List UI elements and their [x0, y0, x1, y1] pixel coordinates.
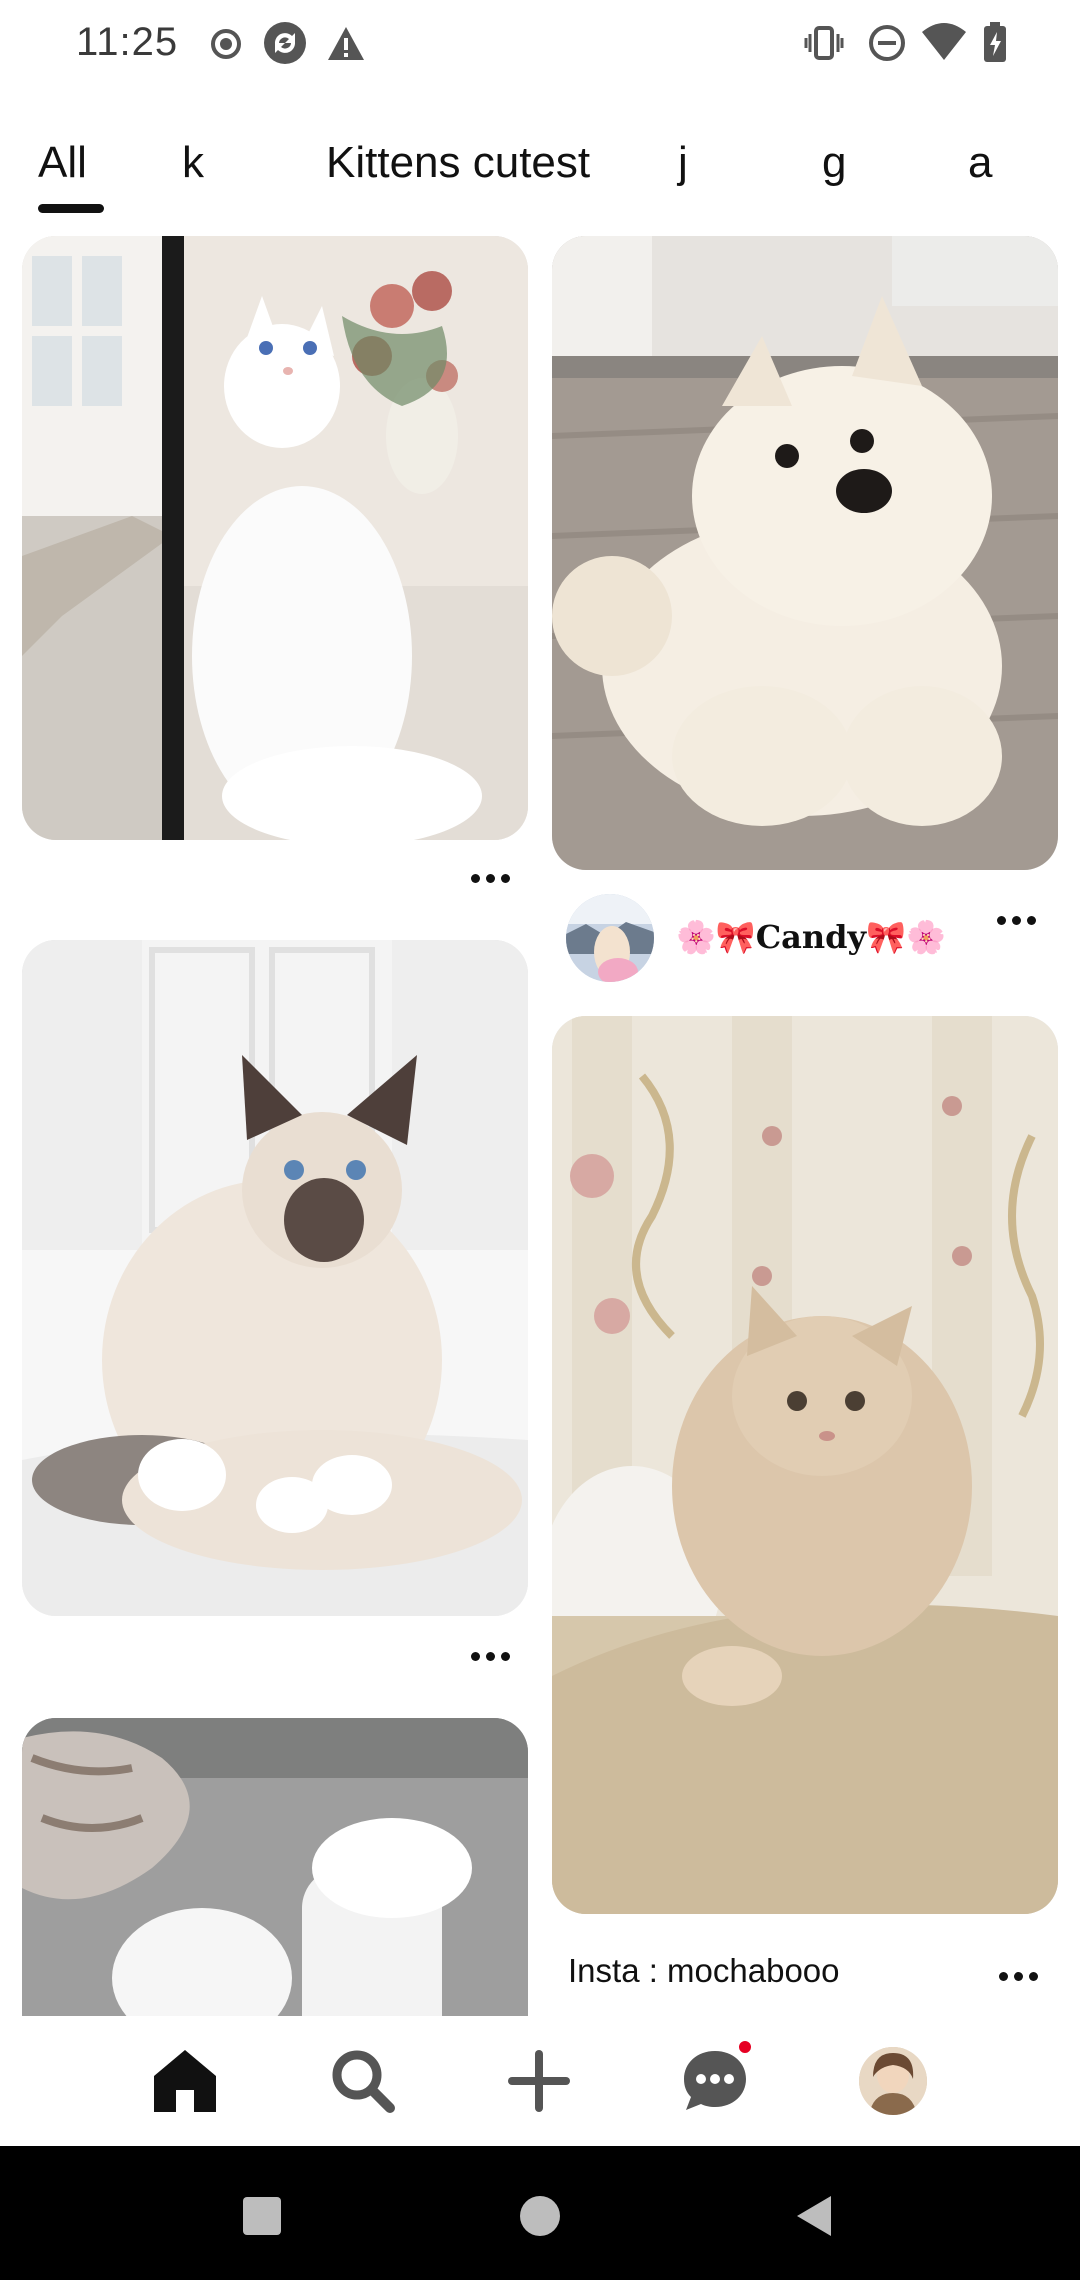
- tab-all[interactable]: All: [38, 138, 87, 188]
- vibrate-icon: [804, 22, 844, 64]
- white-cat-image: [22, 236, 528, 840]
- pin-ginger-kitten[interactable]: [552, 1016, 1058, 1914]
- screen: 11:25 All k Kittens cutest j g a 🌸🎀Candy…: [0, 0, 1080, 2280]
- author-name[interactable]: 🌸🎀Candy🎀🌸: [676, 918, 946, 956]
- wifi-icon: [920, 22, 968, 64]
- pin-white-puppy[interactable]: [552, 236, 1058, 870]
- home-button[interactable]: [500, 2176, 580, 2256]
- pin-feed[interactable]: 🌸🎀Candy🎀🌸 Insta: mochabooo: [0, 236, 1080, 2016]
- tab-kittens-cutest[interactable]: Kittens cutest: [326, 138, 590, 188]
- sync-app-icon: [262, 20, 308, 66]
- status-bar: 11:25: [0, 0, 1080, 90]
- pin-options-button[interactable]: [460, 858, 520, 898]
- tab-a[interactable]: a: [968, 138, 992, 188]
- pin-options-button[interactable]: [988, 1956, 1048, 1996]
- white-puppy-image: [552, 236, 1058, 870]
- create-icon[interactable]: [494, 2036, 584, 2126]
- messages-icon[interactable]: [670, 2036, 760, 2126]
- status-time: 11:25: [76, 20, 179, 64]
- pin-caption[interactable]: Insta : mochabooo: [568, 1952, 840, 1990]
- author-avatar[interactable]: [566, 894, 654, 982]
- search-icon[interactable]: [318, 2036, 408, 2126]
- cream-kitten-image: [552, 1016, 1058, 1914]
- back-button[interactable]: [776, 2176, 856, 2256]
- pin-options-button[interactable]: [460, 1636, 520, 1676]
- record-icon: [206, 24, 246, 64]
- pin-birman-cat[interactable]: [22, 940, 528, 1616]
- pin-options-button[interactable]: [986, 900, 1046, 940]
- battery-charging-icon: [980, 22, 1010, 64]
- warning-icon: [326, 24, 366, 64]
- notification-badge: [736, 2038, 754, 2056]
- bottom-navigation: [0, 2016, 1080, 2146]
- do-not-disturb-icon: [866, 22, 908, 64]
- board-tabs: All k Kittens cutest j g a: [0, 138, 1080, 218]
- home-icon[interactable]: [140, 2036, 230, 2126]
- profile-avatar[interactable]: [848, 2036, 938, 2126]
- fur-slippers-image: [22, 1718, 528, 2016]
- system-navigation-bar: [0, 2146, 1080, 2280]
- tab-j[interactable]: j: [678, 138, 688, 188]
- pin-white-fur-slippers[interactable]: [22, 1718, 528, 2016]
- pin-author-row[interactable]: 🌸🎀Candy🎀🌸: [566, 890, 1066, 986]
- tab-g[interactable]: g: [822, 138, 846, 188]
- tab-k[interactable]: k: [182, 138, 204, 188]
- selected-tab-indicator: [38, 204, 104, 213]
- birman-cat-image: [22, 940, 528, 1616]
- recents-button[interactable]: [222, 2176, 302, 2256]
- pin-white-cat[interactable]: [22, 236, 528, 840]
